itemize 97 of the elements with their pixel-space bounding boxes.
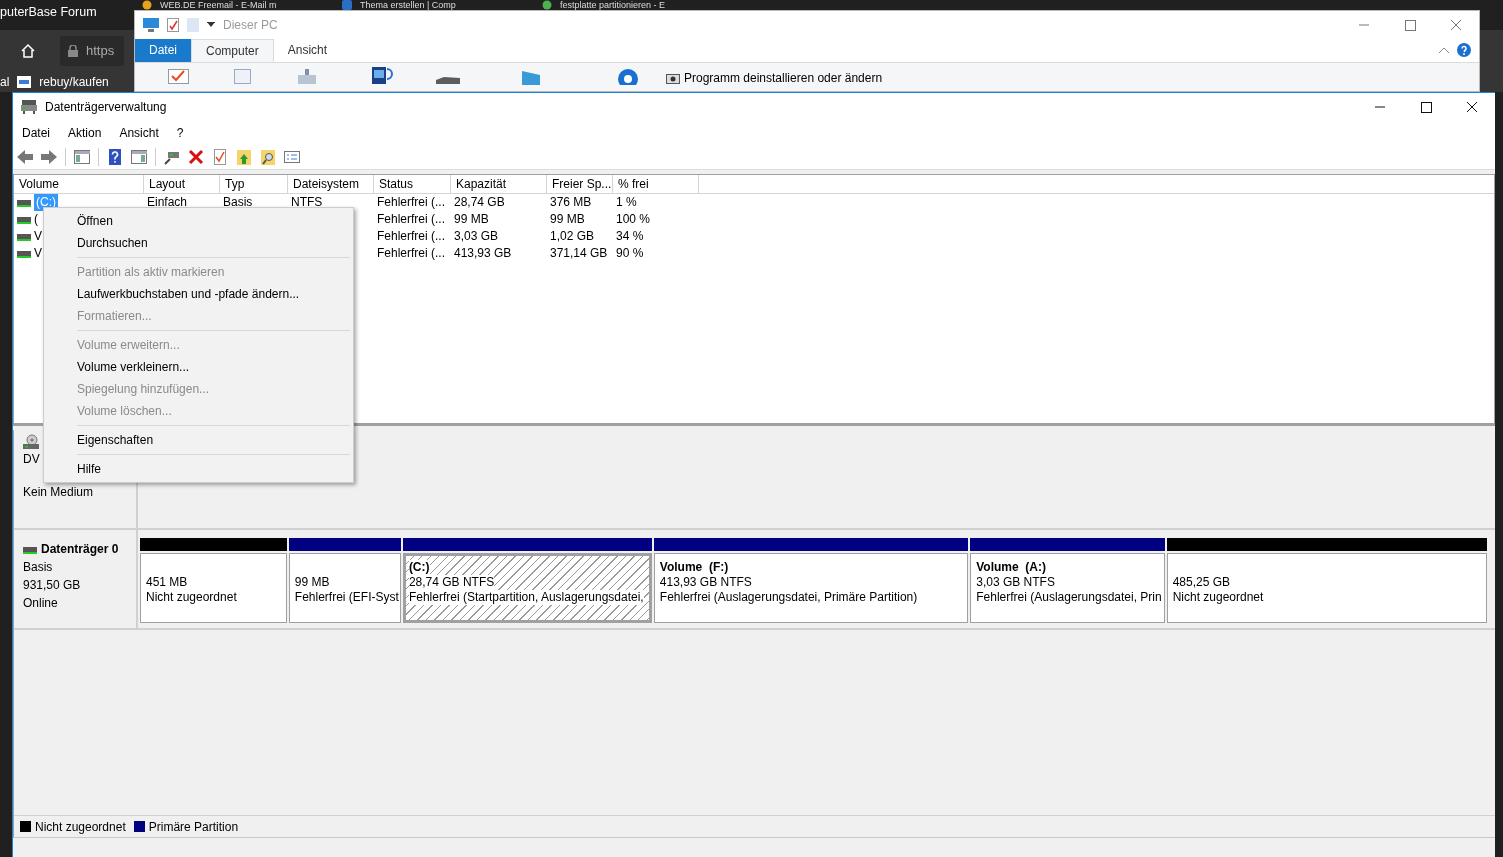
ribbon-tab[interactable]: Ansicht [273, 38, 342, 62]
drive-icon [23, 544, 37, 554]
partition[interactable]: 485,25 GB Nicht zugeordnet [1166, 553, 1487, 623]
column-header[interactable]: Kapazität [451, 175, 547, 193]
menu-item[interactable]: Laufwerkbuchstaben und -pfade ändern... [44, 283, 353, 305]
table-cell: ( [34, 211, 38, 228]
lock-icon [68, 45, 78, 57]
browser-tab[interactable]: Thema erstellen | Comp [360, 0, 456, 10]
bookmark-favicon-icon [17, 76, 32, 88]
disk-state: Online [23, 595, 59, 612]
table-cell: 413,93 GB [454, 245, 512, 262]
tab-favicon-icon [342, 0, 352, 10]
column-header[interactable]: Status [374, 175, 451, 193]
menu-item[interactable]: Datei [13, 124, 59, 142]
column-header[interactable]: % frei [613, 175, 699, 193]
menu-item[interactable]: Aktion [59, 124, 111, 142]
menu-item[interactable]: Durchsuchen [44, 232, 353, 254]
table-cell: Einfach [147, 194, 188, 211]
disk-name: Datenträger 0 [41, 541, 119, 558]
disk-status: Kein Medium [23, 484, 95, 501]
checklist-icon[interactable] [212, 149, 228, 165]
delete-icon[interactable] [188, 149, 204, 165]
table-cell: NTFS [291, 194, 323, 211]
table-cell: 100 % [616, 211, 651, 228]
ribbon-command[interactable]: Programm deinstallieren oder ändern [684, 68, 883, 87]
browser-tab-title[interactable]: puterBase Forum [0, 0, 134, 22]
table-cell: 90 % [616, 245, 644, 262]
partition[interactable]: 99 MB Fehlerfrei (EFI-Syst [288, 553, 401, 623]
properties-icon[interactable] [167, 17, 179, 32]
home-icon[interactable] [20, 43, 36, 59]
partition[interactable]: Volume (F:) 413,93 GB NTFS Fehlerfrei (Auslagerungsdatei, Primäre Partition) [653, 553, 969, 623]
address-field[interactable]: https [60, 36, 124, 66]
computer-icon [143, 17, 159, 32]
table-cell: 99 MB [454, 211, 489, 228]
collapse-ribbon-icon[interactable] [1439, 47, 1449, 53]
tab-favicon-icon [542, 0, 552, 10]
drive-icon [17, 215, 31, 224]
drive-icon [17, 198, 31, 207]
bookmark[interactable]: al [0, 73, 10, 91]
optical-drive-icon [23, 434, 39, 450]
forward-icon[interactable] [41, 149, 57, 165]
connect-icon[interactable] [164, 149, 180, 165]
disk-type: Basis [23, 559, 54, 576]
ribbon-tab[interactable]: Computer [191, 38, 274, 62]
partition[interactable]: Volume (A:) 3,03 GB NTFS Fehlerfrei (Auslagerungsdatei, Prin [970, 553, 1165, 623]
camera-icon [666, 71, 680, 84]
menu-item[interactable]: Volume verkleinern... [44, 356, 353, 378]
help-icon[interactable] [1457, 43, 1471, 57]
help-icon[interactable] [107, 149, 123, 165]
partition[interactable]: (C:) 28,74 GB NTFS Fehlerfrei (Startpartition, Auslagerungsdatei, [402, 553, 652, 623]
table-cell: 34 % [616, 228, 644, 245]
table-cell: 376 MB [550, 194, 592, 211]
table-cell: V [34, 245, 42, 262]
table-cell: Fehlerfrei (... [377, 194, 445, 211]
table-cell: 371,14 GB [550, 245, 608, 262]
console-tree-icon[interactable] [74, 149, 90, 165]
bookmark[interactable]: rebuy/kaufen [39, 73, 109, 91]
partition[interactable]: 451 MB Nicht zugeordnet [140, 553, 287, 623]
menu-item[interactable]: Ansicht [110, 124, 168, 142]
properties-icon[interactable] [284, 149, 300, 165]
table-cell: Basis [223, 194, 253, 211]
menu-item[interactable]: Öffnen [44, 210, 353, 232]
table-cell: 99 MB [550, 211, 585, 228]
folder-up-icon[interactable] [236, 149, 252, 165]
table-cell: Fehlerfrei (... [377, 245, 445, 262]
dropdown-icon[interactable] [207, 21, 215, 28]
column-header[interactable]: Dateisystem [288, 175, 374, 193]
menu-item[interactable]: Hilfe [44, 458, 353, 480]
action-pane-icon[interactable] [131, 149, 147, 165]
browser-tab[interactable]: festplatte partitionieren - E [560, 0, 666, 10]
window-title: Dieser PC [223, 16, 278, 34]
disk-management-icon [21, 100, 37, 114]
browser-tab[interactable]: WEB.DE Freemail - E-Mail m [160, 0, 277, 10]
menu-item[interactable]: ? [167, 124, 193, 142]
legend-label: Primäre Partition [148, 818, 239, 836]
drive-icon [17, 249, 31, 258]
drive-icon [17, 232, 31, 241]
table-cell: Fehlerfrei (... [377, 211, 445, 228]
table-cell: 3,03 GB [454, 228, 499, 245]
ribbon-tab[interactable]: Datei [135, 38, 191, 62]
table-cell: 1,02 GB [550, 228, 595, 245]
legend-label: Nicht zugeordnet [35, 818, 126, 836]
column-header[interactable]: Typ [220, 175, 288, 193]
tab-favicon-icon [142, 0, 152, 10]
window-title: Datenträgerverwaltung [45, 99, 167, 116]
menu-item[interactable]: Eigenschaften [44, 429, 353, 451]
column-header[interactable]: Freier Sp... [547, 175, 613, 193]
table-cell: 28,74 GB [454, 194, 505, 211]
column-header[interactable]: Layout [144, 175, 220, 193]
table-cell: V [34, 228, 42, 245]
column-header[interactable]: Volume [14, 175, 144, 193]
disk-size: 931,50 GB [23, 577, 82, 594]
disk-label: DV [23, 451, 41, 468]
table-cell: 1 % [616, 194, 637, 211]
folder-search-icon[interactable] [260, 149, 276, 165]
back-icon[interactable] [17, 149, 33, 165]
table-cell: Fehlerfrei (... [377, 228, 445, 245]
